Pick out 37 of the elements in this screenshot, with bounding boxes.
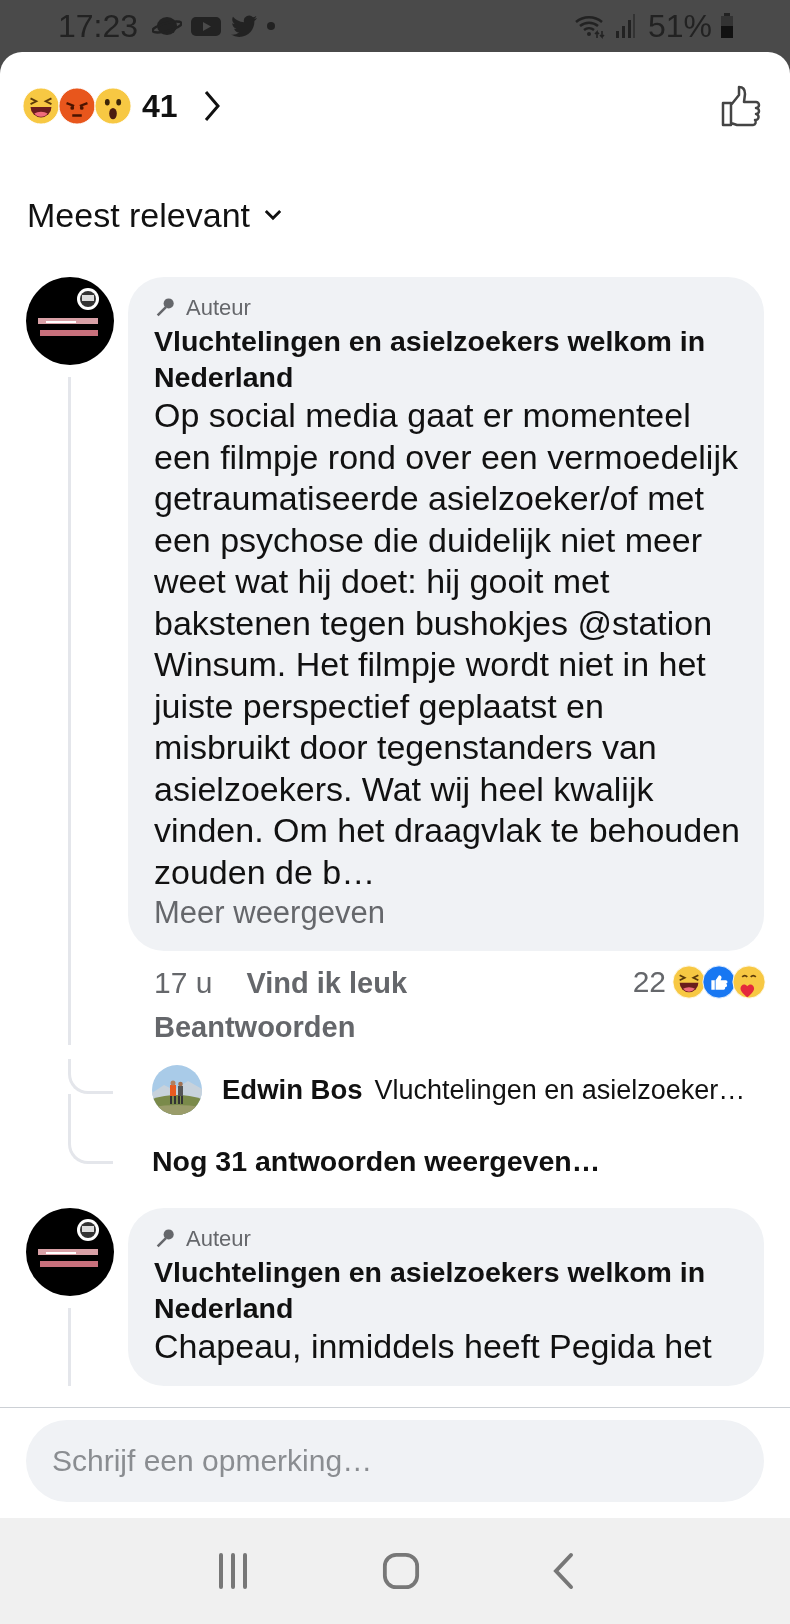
see-more-link[interactable]: Meer weergeven	[154, 893, 744, 933]
reaction-count: 22	[632, 965, 666, 999]
like-link[interactable]: Vind ik leuk	[246, 965, 408, 1001]
angry-emoji-icon	[58, 87, 96, 125]
reply-link[interactable]: Beantwoorden	[154, 1009, 474, 1045]
bird-icon	[230, 14, 259, 38]
reactions-summary[interactable]: 41	[22, 87, 222, 125]
thread-connector	[68, 1059, 113, 1094]
reaction-count: 41	[142, 87, 178, 125]
microphone-icon	[154, 1228, 176, 1250]
comment-time: 17 u	[154, 965, 213, 1001]
home-icon[interactable]	[382, 1552, 420, 1590]
thread-connector	[68, 1129, 113, 1164]
microphone-icon	[154, 297, 176, 319]
surprised-emoji-icon	[94, 87, 132, 125]
video-play-icon	[190, 14, 223, 38]
comment-text: Chapeau, inmiddels heeft Pegida het	[154, 1326, 713, 1367]
view-more-replies-link[interactable]: Nog 31 antwoorden weergeven…	[152, 1129, 601, 1178]
author-label: Auteur	[186, 295, 251, 321]
battery-icon	[720, 13, 734, 39]
chevron-down-icon	[264, 209, 282, 222]
author-name[interactable]: Vluchtelingen en asielzoekers welkom in Nederland	[154, 323, 744, 395]
care-emoji-icon	[732, 965, 766, 999]
signal-icon	[613, 13, 636, 39]
comment-text: Op social media gaat er momenteel een filmpje rond over een vermoedelijk getraumatiseerde asielzoeker/of met een psychose die duidelijk niet meer weet wat hij doet: hij gooit met bakstenen tegen bushokjes @station Winsum. Het filmpje wordt niet in het juiste perspectief geplaatst en misbruikt door tegenstanders van asielzoekers. Wat wij heel kwalijk vinden. Om het draagvlak te behouden zouden de b…	[154, 395, 741, 893]
planet-icon	[152, 14, 183, 38]
dot-icon	[266, 21, 277, 31]
wifi-icon	[573, 13, 606, 39]
laughing-emoji-icon	[672, 965, 706, 999]
like-reaction-icon	[702, 965, 736, 999]
laughing-emoji-icon	[22, 87, 60, 125]
author-label: Auteur	[186, 1226, 251, 1252]
comment-input-field[interactable]: Schrijf een opmerking…	[26, 1420, 764, 1503]
reply-author[interactable]: Edwin Bos	[222, 1074, 363, 1106]
author-name[interactable]: Vluchtelingen en asielzoekers welkom in Nederland	[154, 1254, 744, 1326]
sort-dropdown[interactable]: Meest relevant	[27, 196, 282, 235]
reply-text: Vluchtelingen en asielzoeker…	[374, 1074, 746, 1106]
